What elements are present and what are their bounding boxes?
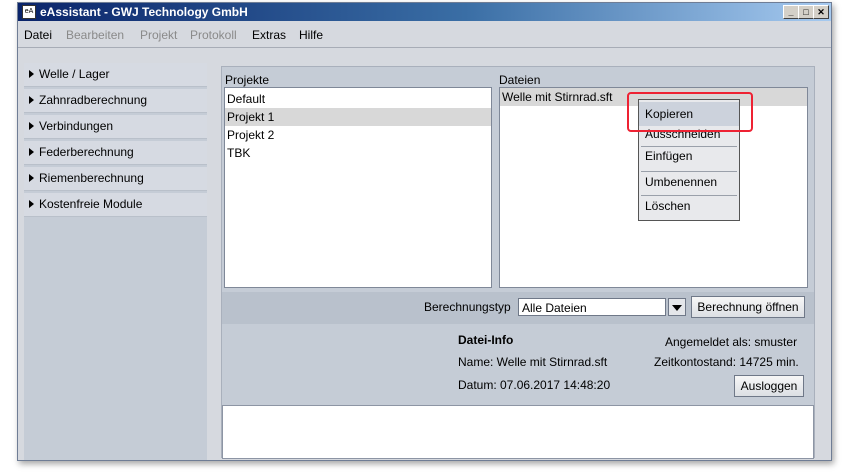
calc-type-select[interactable]: Alle Dateien <box>518 298 666 316</box>
sidebar-item-verbindungen[interactable]: Verbindungen <box>24 115 207 139</box>
sidebar-item-zahnradberechnung[interactable]: Zahnradberechnung <box>24 89 207 113</box>
menu-hilfe[interactable]: Hilfe <box>299 28 323 42</box>
menu-projekt[interactable]: Projekt <box>140 28 177 42</box>
bottom-panel <box>222 405 814 459</box>
expand-arrow-icon <box>29 122 34 130</box>
logged-in-user: Angemeldet als: smuster <box>665 335 798 349</box>
sidebar-item-kostenfreie-module[interactable]: Kostenfreie Module <box>24 193 207 217</box>
project-item-projekt-2[interactable]: Projekt 2 <box>225 126 491 144</box>
context-item-umbenennen[interactable]: Umbenennen <box>639 170 739 194</box>
projects-list[interactable]: Default Projekt 1 Projekt 2 TBK <box>224 87 492 288</box>
projects-header: Projekte <box>225 73 270 87</box>
expand-arrow-icon <box>29 200 34 208</box>
calc-type-dropdown-button[interactable] <box>668 298 686 316</box>
expand-arrow-icon <box>29 148 34 156</box>
menu-divider <box>18 47 831 48</box>
app-icon: eA <box>22 5 36 19</box>
context-item-loeschen[interactable]: Löschen <box>639 194 739 218</box>
menu-protokoll[interactable]: Protokoll <box>190 28 237 42</box>
expand-arrow-icon <box>29 174 34 182</box>
calc-type-label: Berechnungstyp <box>424 300 511 314</box>
close-button[interactable]: ✕ <box>813 5 829 19</box>
menu-bar: Datei Bearbeiten Projekt Protokoll Extra… <box>18 25 831 47</box>
time-account: Zeitkontostand: 14725 min. <box>654 355 799 369</box>
project-item-default[interactable]: Default <box>225 90 491 108</box>
window-title: eAssistant - GWJ Technology GmbH <box>40 5 248 19</box>
file-info-date: Datum: 07.06.2017 14:48:20 <box>458 378 611 392</box>
sidebar-item-riemenberechnung[interactable]: Riemenberechnung <box>24 167 207 191</box>
maximize-button[interactable]: □ <box>798 5 814 19</box>
file-info-name: Name: Welle mit Stirnrad.sft <box>458 355 608 369</box>
logout-button[interactable]: Ausloggen <box>734 375 804 397</box>
sidebar-item-federberechnung[interactable]: Federberechnung <box>24 141 207 165</box>
app-window: eA eAssistant - GWJ Technology GmbH _ □ … <box>17 2 832 461</box>
project-item-tbk[interactable]: TBK <box>225 144 491 162</box>
file-info-title: Datei-Info <box>458 333 514 347</box>
menu-bearbeiten[interactable]: Bearbeiten <box>66 28 124 42</box>
sidebar-item-welle-lager[interactable]: Welle / Lager <box>24 63 207 87</box>
files-header: Dateien <box>499 73 541 87</box>
open-calculation-button[interactable]: Berechnung öffnen <box>691 296 805 318</box>
expand-arrow-icon <box>29 96 34 104</box>
project-item-projekt-1[interactable]: Projekt 1 <box>225 108 491 126</box>
title-bar[interactable]: eA eAssistant - GWJ Technology GmbH _ □ … <box>18 3 831 21</box>
sidebar: Welle / Lager Zahnradberechnung Verbindu… <box>24 63 207 460</box>
expand-arrow-icon <box>29 70 34 78</box>
context-item-einfuegen[interactable]: Einfügen <box>639 144 739 168</box>
chevron-down-icon <box>672 305 682 311</box>
menu-extras[interactable]: Extras <box>252 28 286 42</box>
minimize-button[interactable]: _ <box>783 5 799 19</box>
red-highlight-annotation <box>627 92 753 132</box>
file-info-panel: Datei-Info Name: Welle mit Stirnrad.sft … <box>222 329 814 401</box>
calc-type-bar: Berechnungstyp Alle Dateien Berechnung ö… <box>222 292 814 324</box>
menu-datei[interactable]: Datei <box>24 28 52 42</box>
